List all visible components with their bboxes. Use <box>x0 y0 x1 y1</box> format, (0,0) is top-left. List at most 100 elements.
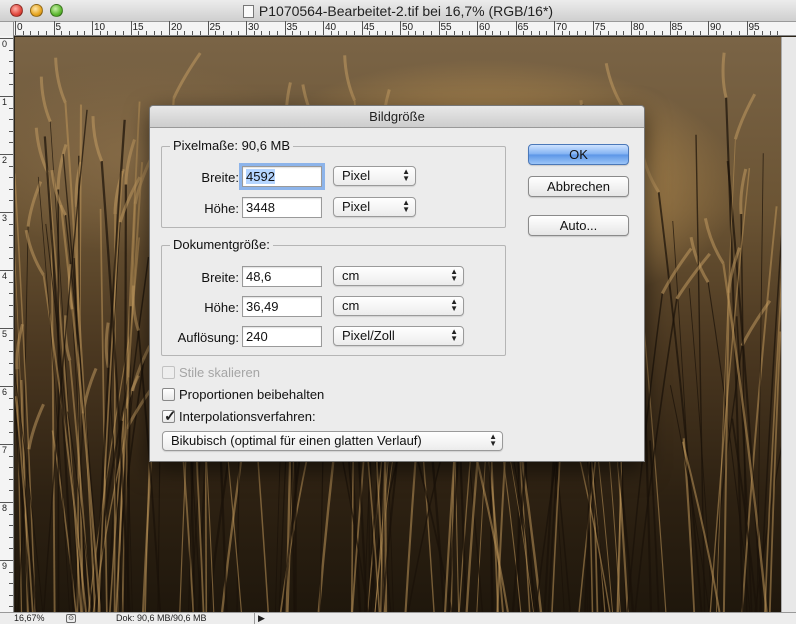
resolution-unit-value: Pixel/Zoll <box>342 328 395 343</box>
ruler-tick <box>661 31 663 35</box>
ok-button[interactable]: OK <box>528 144 629 165</box>
ruler-tick <box>9 293 13 295</box>
ruler-tick <box>600 31 602 35</box>
ruler-tick <box>692 31 694 35</box>
ruler-tick <box>38 31 40 35</box>
ruler-tick <box>261 31 263 35</box>
ruler-tick <box>415 31 417 35</box>
vertical-scrollbar[interactable] <box>781 37 796 612</box>
ruler-tick <box>15 21 16 35</box>
pixel-height-label: Höhe: <box>204 201 239 216</box>
ruler-tick <box>130 21 132 35</box>
dialog-title[interactable]: Bildgröße <box>150 106 644 128</box>
ruler-tick <box>338 31 340 35</box>
ruler-tick <box>92 21 93 35</box>
doc-width-unit-value: cm <box>342 268 360 283</box>
ruler-tick <box>9 84 13 86</box>
grass-plume <box>24 229 45 276</box>
ruler-corner[interactable] <box>0 22 14 36</box>
pixel-height-unit-value: Pixel <box>342 199 371 214</box>
resample-method-value: Bikubisch (optimal für einen glatten Ver… <box>171 433 422 448</box>
ruler-tick <box>299 31 301 35</box>
window-titlebar[interactable]: P1070564-Bearbeitet-2.tif bei 16,7% (RGB… <box>0 0 796 22</box>
ruler-tick <box>9 432 13 434</box>
ruler-tick <box>523 31 525 35</box>
ruler-tick <box>9 351 13 353</box>
grass-plume <box>91 116 104 162</box>
ruler-tick <box>253 31 255 35</box>
ruler-tick <box>9 362 13 364</box>
document-size-label: Dokumentgröße: <box>170 237 273 252</box>
status-bar: 16,67% ⊙ Dok: 90,6 MB/90,6 MB ▶ <box>0 612 796 624</box>
grass-stem <box>681 441 721 612</box>
vertical-ruler[interactable]: 0 1 2 3 4 5 6 7 8 9 <box>0 36 14 612</box>
grass-stem <box>726 160 763 612</box>
doc-height-input[interactable]: 36,49 <box>242 296 322 317</box>
zoom-level-field[interactable]: 16,67% <box>0 613 60 624</box>
resample-method-select[interactable]: Bikubisch (optimal für einen glatten Ver… <box>162 431 503 451</box>
ruler-tick <box>330 31 332 35</box>
ruler-tick <box>9 223 13 225</box>
doc-width-unit-select[interactable]: cm ▲ ▼ <box>333 266 464 286</box>
ruler-tick <box>515 21 517 35</box>
auto-button[interactable]: Auto... <box>528 215 629 236</box>
ruler-tick <box>761 31 763 35</box>
ruler-tick <box>107 31 109 35</box>
resolution-input[interactable]: 240 <box>242 326 322 347</box>
doc-height-unit-select[interactable]: cm ▲ ▼ <box>333 296 464 316</box>
status-menu-arrow-icon[interactable]: ▶ <box>254 613 266 624</box>
ruler-tick <box>9 606 13 608</box>
constrain-proportions-label: Proportionen beibehalten <box>179 387 325 402</box>
grass-plume <box>26 180 43 227</box>
ruler-tick <box>584 31 586 35</box>
pixel-height-input[interactable]: 3448 <box>242 197 322 218</box>
ruler-tick <box>392 31 394 35</box>
ruler-tick <box>669 21 671 35</box>
window-title-wrap: P1070564-Bearbeitet-2.tif bei 16,7% (RGB… <box>0 3 796 19</box>
ruler-tick <box>777 31 779 35</box>
ruler-tick <box>9 397 13 399</box>
ruler-tick <box>184 31 186 35</box>
pixel-width-unit-select[interactable]: Pixel ▲ ▼ <box>333 166 416 186</box>
ruler-tick <box>708 21 709 35</box>
grass-plume <box>131 285 140 332</box>
ruler-tick <box>492 31 494 35</box>
grass-plume <box>27 403 45 450</box>
constrain-proportions-checkbox[interactable] <box>162 388 175 401</box>
ruler-tick <box>0 328 13 329</box>
status-info-icon[interactable]: ⊙ <box>66 614 76 623</box>
ruler-tick <box>9 61 13 63</box>
ruler-tick <box>631 21 632 35</box>
ruler-tick <box>9 258 13 260</box>
ruler-tick <box>638 31 640 35</box>
ruler-tick <box>407 31 409 35</box>
ruler-tick <box>746 21 748 35</box>
ruler-tick <box>9 513 13 515</box>
ruler-tick <box>9 571 13 573</box>
ruler-tick <box>176 31 178 35</box>
ruler-tick <box>461 31 463 35</box>
ruler-left-label: 9 <box>2 561 8 571</box>
ruler-tick <box>9 316 13 318</box>
chevron-updown-icon: ▲ ▼ <box>402 167 410 183</box>
scale-styles-checkbox[interactable] <box>162 366 175 379</box>
ruler-tick <box>569 31 571 35</box>
grass-plume <box>124 139 136 185</box>
horizontal-ruler[interactable]: 0 5 10 15 20 25 30 35 40 45 50 55 60 65 70 75 80 85 90 95 <box>0 21 796 36</box>
ruler-tick <box>769 31 771 35</box>
resolution-unit-select[interactable]: Pixel/Zoll ▲ ▼ <box>333 326 464 346</box>
doc-width-label: Breite: <box>201 270 239 285</box>
ruler-tick <box>561 31 563 35</box>
pixel-width-input[interactable]: 4592 <box>239 163 325 190</box>
resample-image-checkbox[interactable]: ✓ <box>162 408 177 425</box>
image-size-dialog: Bildgröße Pixelmaße: 90,6 MB Breite: 459… <box>149 105 645 462</box>
ruler-left-label: 6 <box>2 387 8 397</box>
chevron-updown-icon: ▲ ▼ <box>402 198 410 214</box>
cancel-button[interactable]: Abbrechen <box>528 176 629 197</box>
ruler-left-label: 3 <box>2 213 8 223</box>
pixel-height-unit-select[interactable]: Pixel ▲ ▼ <box>333 197 416 217</box>
doc-width-input[interactable]: 48,6 <box>242 266 322 287</box>
ruler-tick <box>723 31 725 35</box>
ruler-tick <box>754 31 756 35</box>
ruler-tick <box>45 31 47 35</box>
